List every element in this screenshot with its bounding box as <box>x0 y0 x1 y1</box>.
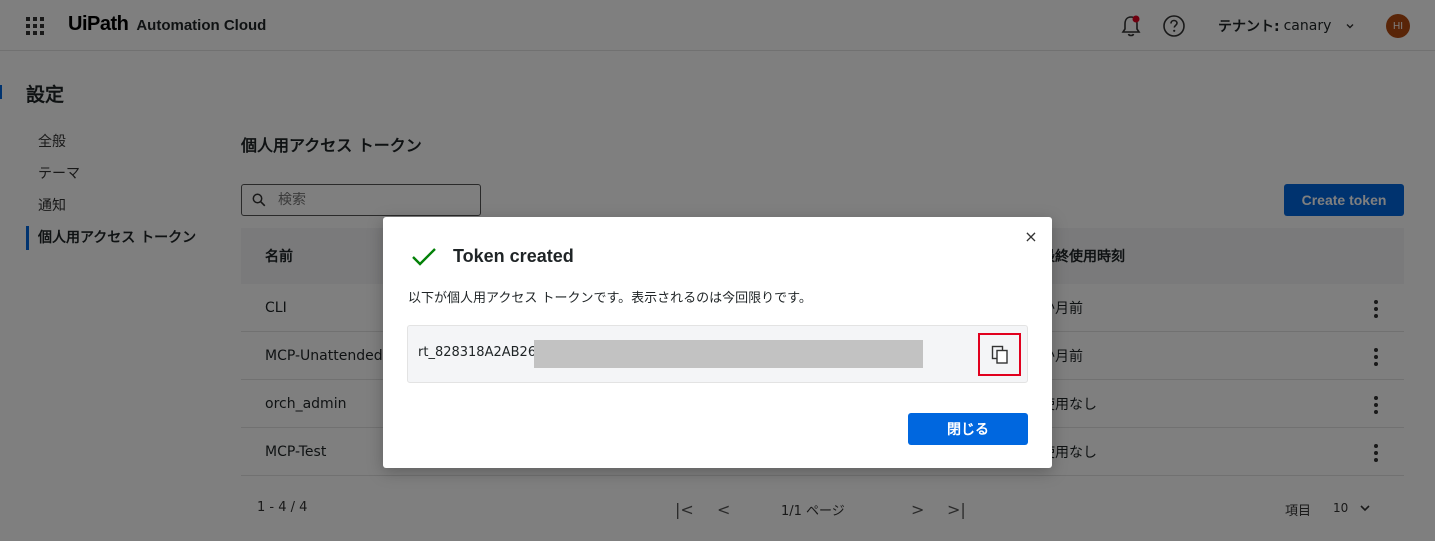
token-redacted-portion <box>534 340 923 368</box>
copy-icon <box>991 345 1008 364</box>
close-dialog-button[interactable]: 閉じる <box>908 413 1028 445</box>
token-created-dialog: × Token created 以下が個人用アクセス トークンです。表示されるの… <box>383 217 1052 468</box>
close-icon[interactable]: × <box>1023 229 1039 245</box>
token-value-box: rt_828318A2AB26 <box>407 325 1028 383</box>
dialog-description: 以下が個人用アクセス トークンです。表示されるのは今回限りです。 <box>408 291 812 306</box>
copy-token-button[interactable] <box>978 333 1021 376</box>
dialog-title: Token created <box>453 246 574 266</box>
token-value: rt_828318A2AB26 <box>418 345 537 360</box>
checkmark-icon <box>412 248 436 266</box>
